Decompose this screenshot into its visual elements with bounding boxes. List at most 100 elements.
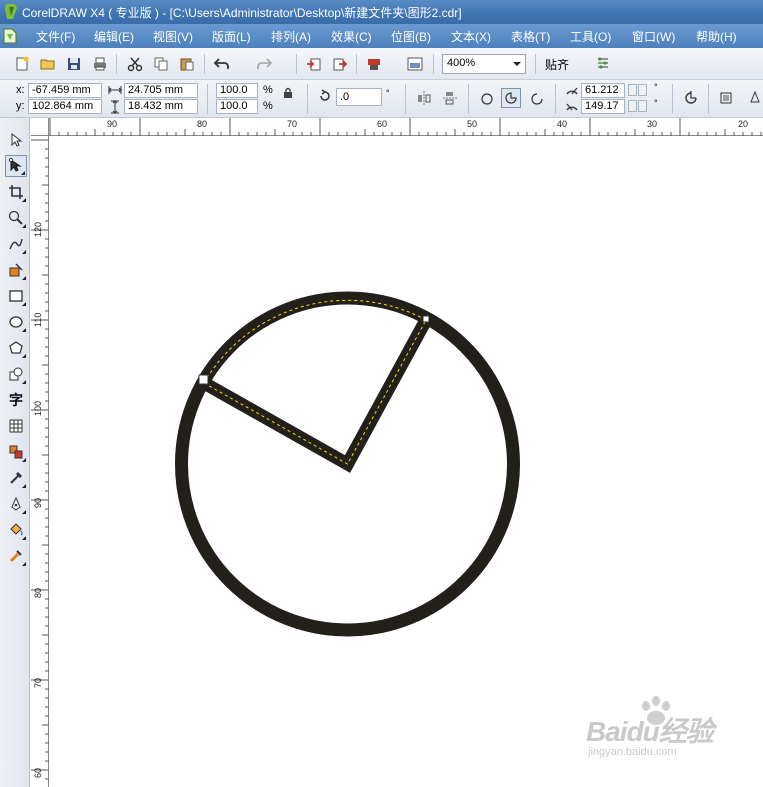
print-icon[interactable]: [90, 54, 110, 74]
watermark-brand: Baidu经验: [586, 716, 714, 747]
polygon-tool-icon[interactable]: [5, 337, 27, 359]
vruler-label: 100: [33, 400, 43, 416]
welcome-screen-icon[interactable]: [405, 54, 425, 74]
interactive-blend-tool-icon[interactable]: [5, 441, 27, 463]
save-icon[interactable]: [64, 54, 84, 74]
wrap-text-icon[interactable]: [717, 88, 737, 108]
menu-edit[interactable]: 编辑(E): [94, 28, 134, 45]
copy-icon[interactable]: [151, 54, 171, 74]
menu-tools[interactable]: 工具(O): [570, 28, 611, 45]
hruler-label: 90: [107, 119, 118, 129]
start-angle-spinner-up[interactable]: [638, 84, 647, 96]
start-node-handle[interactable]: [198, 374, 209, 385]
cut-icon[interactable]: [125, 54, 145, 74]
basic-shapes-tool-icon[interactable]: [5, 363, 27, 385]
scale-y-percent: %: [263, 100, 273, 112]
start-angle-spinner[interactable]: [628, 84, 637, 96]
menu-text[interactable]: 文本(X): [451, 28, 491, 45]
height-field[interactable]: 18.432 mm: [124, 99, 198, 114]
scale-x-field[interactable]: 100.0: [216, 83, 258, 98]
vertical-ruler[interactable]: 120 110 100 90 80 70 60: [31, 136, 49, 787]
paste-icon[interactable]: [177, 54, 197, 74]
scale-y-field[interactable]: 100.0: [216, 99, 258, 114]
vruler-label: 90: [33, 497, 43, 508]
rotation-angle-field[interactable]: .0: [336, 88, 382, 106]
menu-table[interactable]: 表格(T): [511, 28, 550, 45]
end-angle-icon: [566, 103, 578, 111]
end-node-handle[interactable]: [422, 315, 430, 323]
direction-toggle-icon[interactable]: [681, 88, 701, 108]
export-icon[interactable]: [330, 54, 350, 74]
rectangle-tool-icon[interactable]: [5, 285, 27, 307]
scale-x-percent: %: [263, 84, 273, 96]
vruler-label: 70: [33, 677, 43, 688]
end-angle-spinner[interactable]: [628, 100, 637, 112]
height-icon: [111, 100, 119, 114]
fill-tool-icon[interactable]: [5, 519, 27, 541]
snap-to-button[interactable]: 贴齐: [545, 56, 569, 73]
freehand-tool-icon[interactable]: [5, 233, 27, 255]
end-angle-field[interactable]: 149.17: [581, 99, 625, 114]
crop-tool-icon[interactable]: [5, 181, 27, 203]
hruler-label: 50: [467, 119, 478, 129]
pick-tool-icon[interactable]: [5, 129, 27, 151]
coreldraw-app-icon[interactable]: [3, 3, 19, 20]
mirror-vertical-icon[interactable]: [440, 88, 460, 108]
hruler-label: 80: [197, 119, 208, 129]
x-position-field[interactable]: -67.459 mm: [28, 83, 102, 98]
eyedropper-tool-icon[interactable]: [5, 467, 27, 489]
application-launcher-icon[interactable]: [364, 54, 384, 74]
ellipse-mode-icon[interactable]: [477, 89, 497, 109]
menu-file[interactable]: 文件(F): [36, 28, 75, 45]
ellipse-tool-icon[interactable]: [5, 311, 27, 333]
redo-icon[interactable]: [254, 54, 274, 74]
outline-tool-icon[interactable]: [5, 493, 27, 515]
new-document-icon[interactable]: [12, 54, 32, 74]
window-title: CorelDRAW X4 ( 专业版 ) - [C:\Users\Adminis…: [22, 6, 462, 20]
open-icon[interactable]: [38, 54, 58, 74]
interactive-fill-tool-icon[interactable]: [5, 545, 27, 567]
menu-effects[interactable]: 效果(C): [331, 28, 372, 45]
title-bar: CorelDRAW X4 ( 专业版 ) - [C:\Users\Adminis…: [0, 0, 763, 24]
menu-help[interactable]: 帮助(H): [696, 28, 737, 45]
pie-mode-icon[interactable]: [501, 88, 521, 108]
document-icon[interactable]: [3, 28, 17, 44]
zoom-level-select[interactable]: 400%: [442, 54, 526, 74]
horizontal-ruler[interactable]: 90 80 70 60 50 40 30 20: [49, 118, 763, 136]
end-angle-degree: °: [654, 98, 658, 108]
zoom-dropdown-icon: [513, 62, 521, 66]
menu-window[interactable]: 窗口(W): [632, 28, 675, 45]
vruler-label: 120: [33, 221, 43, 237]
outline-pen-icon[interactable]: [746, 88, 763, 108]
menu-bitmaps[interactable]: 位图(B): [391, 28, 431, 45]
y-position-field[interactable]: 102.864 mm: [28, 99, 102, 114]
watermark-url: jingyan.baidu.com: [588, 746, 677, 758]
options-icon[interactable]: [593, 54, 613, 74]
text-tool-icon[interactable]: 字: [5, 389, 27, 411]
width-icon: [108, 86, 122, 94]
ruler-origin[interactable]: [31, 118, 49, 136]
start-angle-field[interactable]: 61.212: [581, 83, 625, 98]
vruler-label: 80: [33, 587, 43, 598]
drawing-canvas[interactable]: [50, 137, 763, 787]
standard-toolbar: 400% 贴齐: [0, 48, 763, 115]
start-angle-icon: [566, 87, 578, 95]
lock-ratio-icon[interactable]: [283, 87, 293, 99]
zoom-tool-icon[interactable]: [5, 207, 27, 229]
table-tool-icon[interactable]: [5, 415, 27, 437]
mirror-horizontal-icon[interactable]: [414, 88, 434, 108]
menu-arrange[interactable]: 排列(A): [271, 28, 311, 45]
menu-view[interactable]: 视图(V): [153, 28, 193, 45]
shape-tool-icon[interactable]: [5, 155, 27, 177]
width-field[interactable]: 24.705 mm: [124, 83, 198, 98]
import-icon[interactable]: [304, 54, 324, 74]
vruler-label: 110: [33, 312, 43, 327]
vruler-label: 60: [33, 767, 43, 778]
canvas-drawing: [175, 291, 520, 637]
hruler-label: 20: [738, 119, 749, 129]
smart-fill-tool-icon[interactable]: [5, 259, 27, 281]
end-angle-spinner-up[interactable]: [638, 100, 647, 112]
menu-layout[interactable]: 版面(L): [212, 28, 251, 45]
arc-mode-icon[interactable]: [527, 89, 547, 109]
undo-icon[interactable]: [212, 54, 232, 74]
